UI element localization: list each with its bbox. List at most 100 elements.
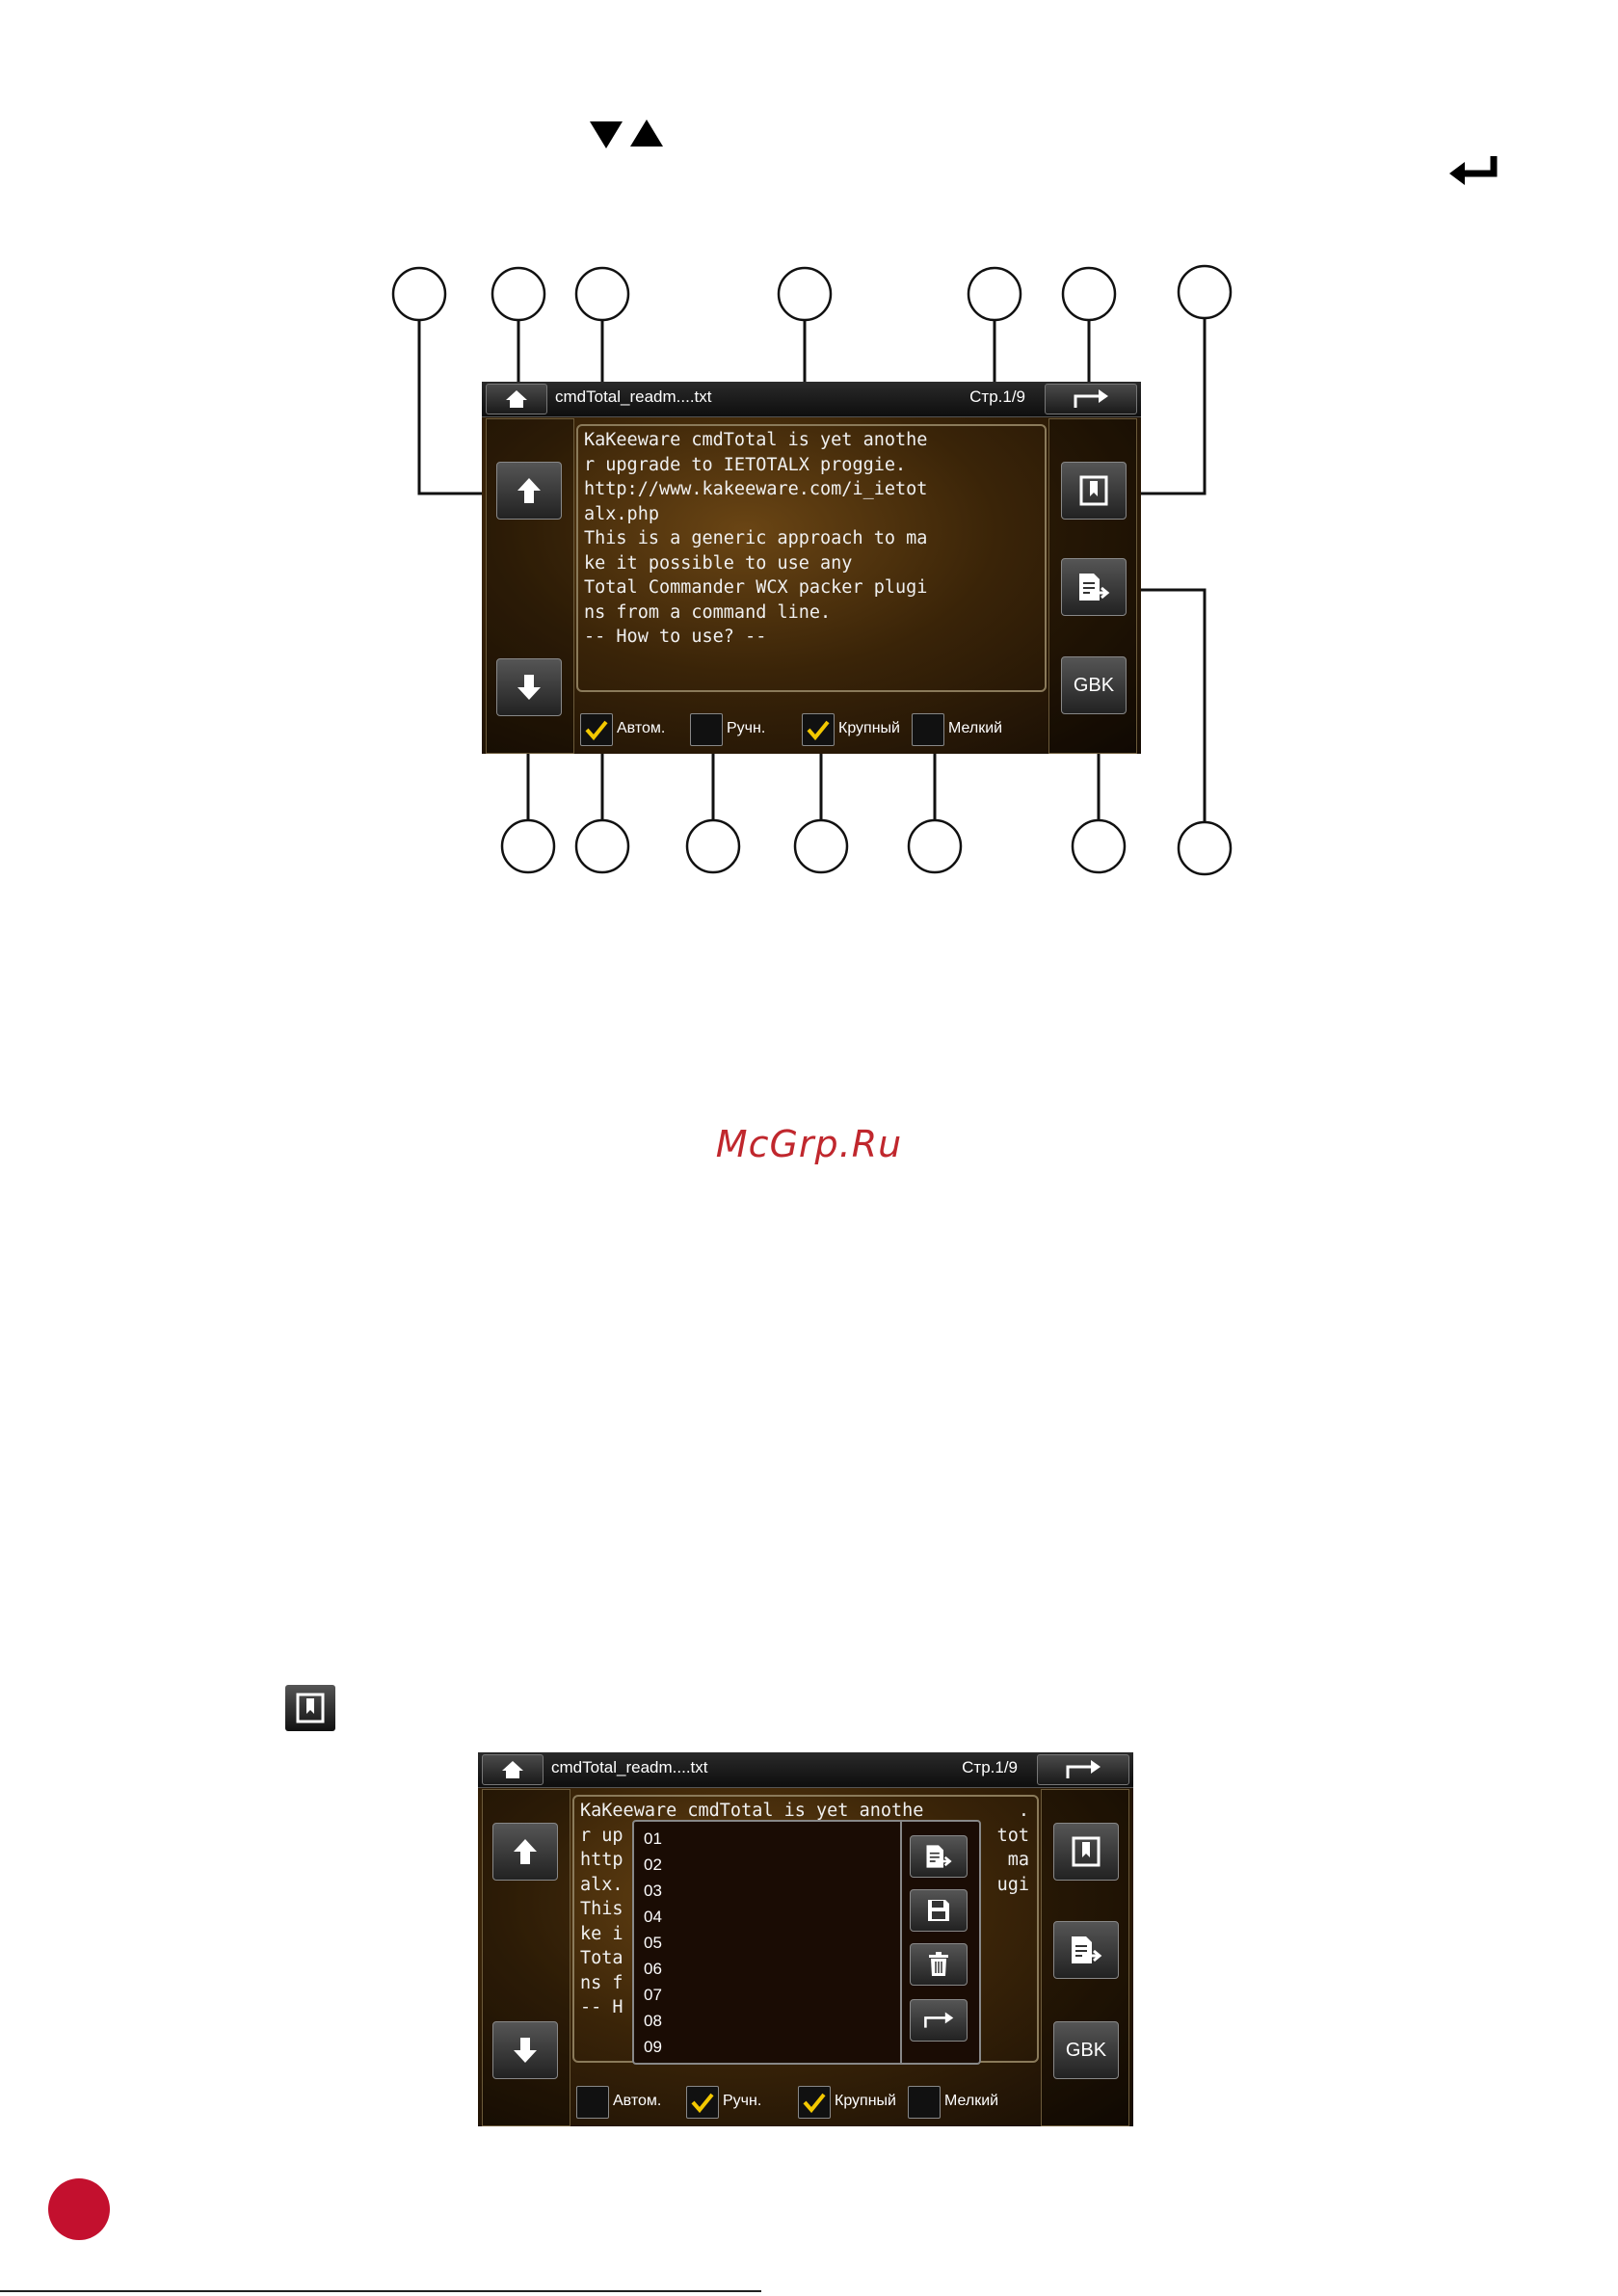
bookmark-item[interactable]: 02 [640,1852,890,1878]
bookmark-icon [296,1693,325,1723]
checkmark-icon [585,720,608,740]
large-checkbox[interactable] [798,2086,831,2119]
bookmark-item[interactable]: 03 [640,1878,890,1904]
return-icon [1066,1760,1101,1778]
text-line: http://www.kakeeware.com/i_ietot [584,479,928,499]
bookmark-item[interactable]: 08 [640,2008,890,2034]
encoding-gbk-button[interactable]: GBK [1061,656,1127,714]
arrow-up-icon [517,478,541,503]
return-icon [924,2012,954,2028]
text-line: r upgrade to IETOTALX proggie. [584,454,907,475]
large-label: Крупный [838,720,900,736]
option-row: Автом. Ручн. Крупный Мелкий [576,713,1047,746]
document-goto-icon [1072,1936,1102,1963]
scroll-up-button[interactable] [492,1823,558,1881]
text-viewer-screen: cmdTotal_readm....txt Стр.1/9 KaKeeware … [482,382,1141,754]
text-line: tot [996,1825,1029,1846]
bookmark-screen: cmdTotal_readm....txt Стр.1/9 KaKeeware … [478,1752,1133,2126]
watermark: McGrp.Ru [715,1123,903,1165]
bookmark-button[interactable] [1061,462,1127,520]
top-bar: cmdTotal_readm....txt Стр.1/9 [478,1752,1133,1788]
text-line: . [1018,1801,1029,1821]
goto-button[interactable] [1053,1921,1119,1979]
text-line: ma [1007,1850,1029,1870]
text-content: KaKeeware cmdTotal is yet anothe r upgra… [576,424,1047,692]
bookmark-item[interactable]: 01 [640,1826,890,1852]
small-checkbox[interactable] [912,713,944,746]
checkmark-icon [807,720,830,740]
file-name: cmdTotal_readm....txt [551,1758,708,1776]
encoding-gbk-button[interactable]: GBK [1053,2021,1119,2079]
file-name: cmdTotal_readm....txt [555,387,712,406]
scroll-up-button[interactable] [496,462,562,520]
goto-button[interactable] [1061,558,1127,616]
page-marker-dot [48,2178,110,2240]
auto-checkbox[interactable] [576,2086,609,2119]
home-icon [502,1761,523,1778]
text-line: This is a generic approach to ma [584,528,928,548]
text-line: KaKeeware cmdTotal is yet anothe [584,430,928,450]
top-bar: cmdTotal_readm....txt Стр.1/9 [482,382,1141,417]
checkmark-icon [803,2093,826,2113]
text-line: ugi [996,1874,1029,1895]
back-button[interactable] [1045,384,1137,414]
scroll-down-button[interactable] [496,658,562,716]
option-row: Автом. Ручн. Крупный Мелкий [572,2086,1039,2119]
small-checkbox[interactable] [908,2086,941,2119]
auto-checkbox[interactable] [580,713,613,746]
bookmark-item[interactable]: 06 [640,1956,890,1982]
close-popup-button[interactable] [910,1999,968,2042]
checkmark-icon [691,2093,714,2113]
text-line: alx.php [584,503,659,524]
goto-bookmark-button[interactable] [910,1835,968,1878]
footer-rule [0,2290,761,2292]
bookmark-item[interactable]: 09 [640,2034,890,2060]
bookmark-icon-standalone [285,1685,335,1731]
bookmark-item[interactable]: 04 [640,1904,890,1930]
bookmark-icon [1079,475,1108,506]
auto-label: Автом. [613,2093,662,2109]
return-icon [1074,389,1108,408]
home-icon [506,390,527,408]
home-button[interactable] [482,1754,544,1785]
left-column [486,418,574,754]
bookmark-popup: 01 02 03 04 05 06 07 08 09 [632,1820,981,2065]
home-button[interactable] [486,384,547,414]
manual-checkbox[interactable] [686,2086,719,2119]
page-indicator: Стр.1/9 [962,1758,1018,1776]
text-line: -- How to use? -- [584,627,767,647]
page-indicator: Стр.1/9 [969,387,1025,406]
bookmark-item[interactable]: 05 [640,1930,890,1956]
left-column [482,1789,570,2126]
large-label: Крупный [835,2093,896,2109]
auto-label: Автом. [617,720,666,736]
document-goto-icon [926,1845,952,1868]
delete-bookmark-button[interactable] [910,1943,968,1986]
manual-checkbox[interactable] [690,713,723,746]
small-label: Мелкий [948,720,1003,736]
text-right-fragments: . tot ma ugi [997,1799,1029,1897]
scroll-down-button[interactable] [492,2021,558,2079]
arrow-down-icon [514,2038,537,2063]
text-line: Total Commander WCX packer plugi [584,577,928,598]
bookmark-list: 01 02 03 04 05 06 07 08 09 [640,1826,890,2060]
bookmark-button[interactable] [1053,1823,1119,1881]
arrow-up-icon [514,1839,537,1864]
text-line: ns from a command line. [584,601,832,623]
document-goto-icon [1079,574,1110,601]
text-line: ke it possible to use any [584,552,853,574]
floppy-disk-icon [928,1900,949,1921]
right-column: GBK [1041,1789,1129,2126]
large-checkbox[interactable] [802,713,835,746]
bookmark-icon [1072,1836,1101,1867]
manual-label: Ручн. [723,2093,762,2109]
trash-icon [929,1952,948,1976]
back-button[interactable] [1037,1754,1129,1785]
popup-divider [900,1822,902,2063]
arrow-down-icon [517,675,541,700]
bookmark-item[interactable]: 07 [640,1982,890,2008]
right-column: GBK [1048,418,1137,754]
save-bookmark-button[interactable] [910,1889,968,1932]
small-label: Мелкий [944,2093,999,2109]
manual-label: Ручн. [727,720,766,736]
